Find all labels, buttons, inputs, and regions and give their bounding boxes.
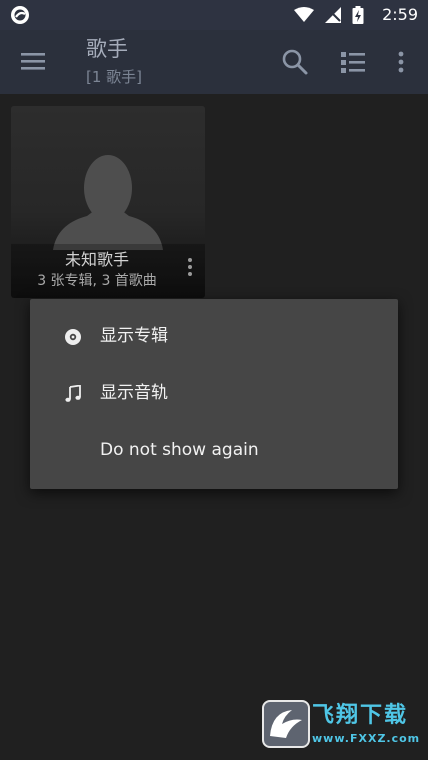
search-icon[interactable]	[280, 47, 310, 77]
artist-name: 未知歌手	[64, 250, 129, 269]
watermark: 飞翔下载 www.FXXZ.com	[262, 700, 421, 750]
status-bar: 2:59	[0, 0, 428, 30]
menu-item-do-not-show-again[interactable]: Do not show again	[30, 422, 398, 478]
watermark-text: 飞翔下载	[312, 703, 409, 728]
more-vert-icon[interactable]	[182, 256, 198, 278]
watermark-logo-icon	[262, 700, 310, 748]
menu-item-show-albums[interactable]: 显示专辑	[30, 308, 398, 364]
signal-off-icon	[324, 7, 341, 27]
app-circle-icon	[10, 5, 30, 25]
more-vert-icon[interactable]	[390, 47, 412, 77]
album-disc-icon	[64, 328, 82, 346]
menu-item-show-tracks[interactable]: 显示音轨	[30, 365, 398, 421]
status-time: 2:59	[382, 5, 418, 24]
music-note-icon	[64, 384, 82, 403]
artist-meta: 3 张专辑, 3 首歌曲	[37, 273, 157, 289]
popup-menu: 显示专辑 显示音轨 Do not show again	[30, 299, 398, 489]
menu-item-label: 显示音轨	[100, 383, 168, 403]
watermark-url: www.FXXZ.com	[312, 732, 421, 745]
battery-charging-icon	[352, 6, 364, 28]
menu-item-label: Do not show again	[100, 440, 259, 460]
list-view-icon[interactable]	[338, 47, 368, 77]
wifi-icon	[293, 7, 314, 27]
page-title: 歌手	[86, 37, 128, 61]
menu-item-label: 显示专辑	[100, 326, 168, 346]
hamburger-menu-icon[interactable]	[20, 50, 46, 72]
page-subtitle: [1 歌手]	[86, 68, 143, 86]
